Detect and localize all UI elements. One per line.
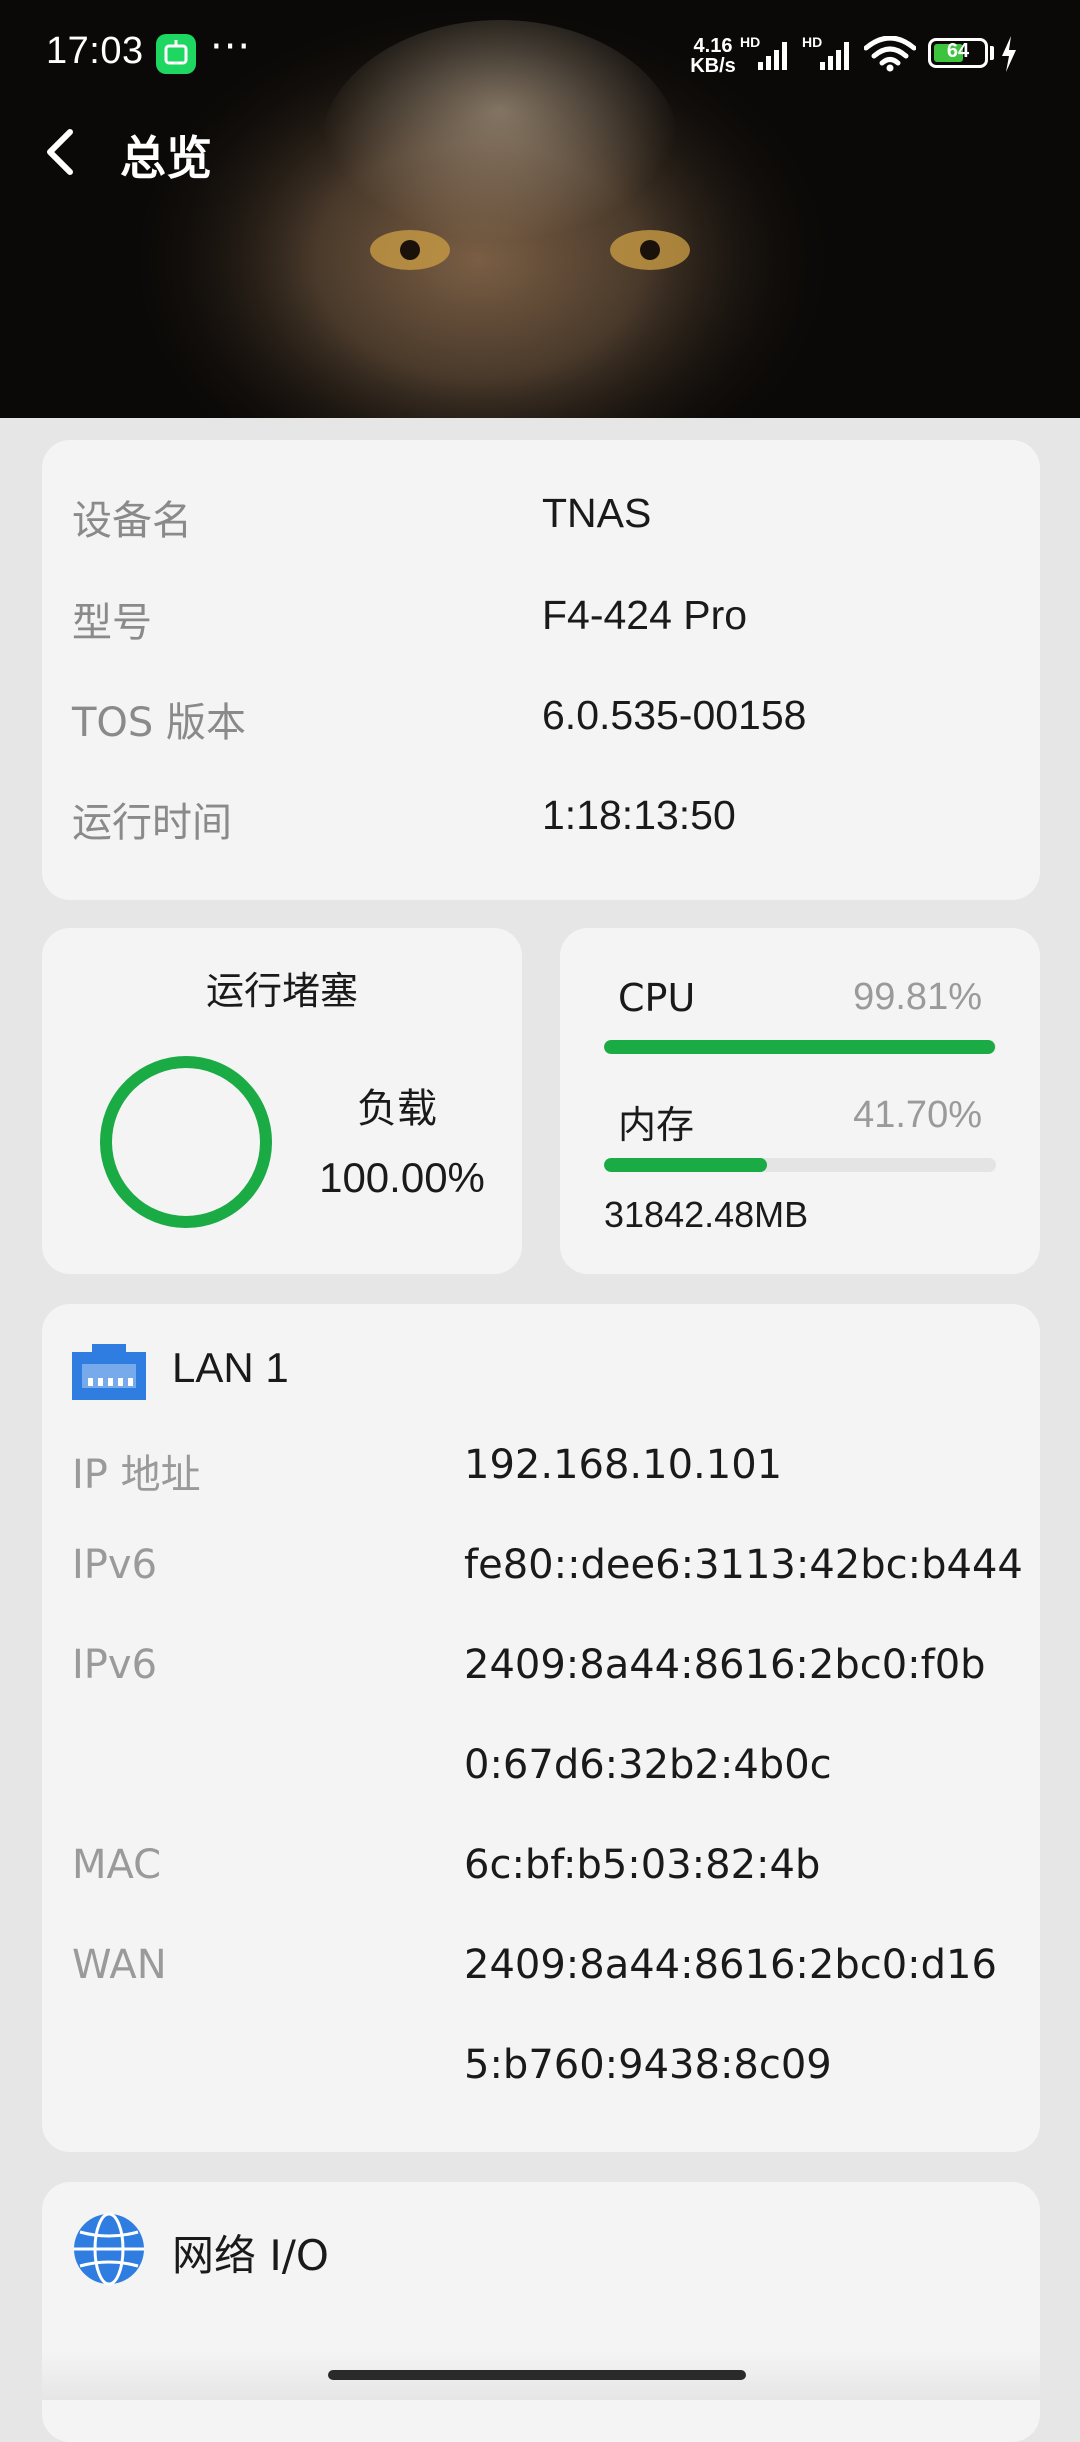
congestion-title: 运行堵塞 xyxy=(205,969,358,1013)
cpu-usage-fill xyxy=(604,1040,996,1054)
chevron-left-icon xyxy=(47,129,73,175)
globe-icon xyxy=(74,2212,144,2286)
ethernet-port-icon xyxy=(72,1344,146,1400)
resource-usage-card[interactable]: CPU 99.81% 内存 41.70% 31842.48MB xyxy=(560,928,1040,1274)
memory-usage-bar xyxy=(604,1158,996,1172)
mac-value: 6c:bf:b5:03:82:4b xyxy=(464,1842,821,1888)
load-value: 100.00% xyxy=(319,1154,485,1201)
memory-size: 31842.48MB xyxy=(604,1194,809,1235)
tos-version-label: TOS 版本 xyxy=(72,700,247,746)
back-button[interactable] xyxy=(36,120,96,184)
battery-indicator: 64 xyxy=(928,38,988,68)
cpu-usage-bar xyxy=(604,1040,996,1054)
memory-label: 内存 xyxy=(618,1103,695,1147)
cpu-percent: 99.81% xyxy=(853,976,982,1018)
uptime-label: 运行时间 xyxy=(72,800,232,846)
cpu-label: CPU xyxy=(618,976,696,1020)
signal-icon-1: HD xyxy=(740,34,800,74)
network-speed: 4.16 KB/s xyxy=(688,36,738,76)
battery-level: 64 xyxy=(946,40,970,62)
wifi-icon xyxy=(864,36,916,72)
header-banner: 17:03 ··· 4.16 KB/s HD HD 64 总览 xyxy=(0,0,1080,418)
wan-value-line2: 5:b760:9438:8c09 xyxy=(464,2042,832,2088)
model-label: 型号 xyxy=(72,600,152,646)
network-io-title: 网络 I/O xyxy=(172,2231,329,2280)
memory-usage-fill xyxy=(604,1158,768,1172)
device-name-value: TNAS xyxy=(542,490,652,536)
ipv6-label-2: IPv6 xyxy=(72,1642,158,1688)
battery-tip xyxy=(990,46,994,60)
status-time: 17:03 xyxy=(46,30,144,72)
ipv6-value-2-line2: 0:67d6:32b2:4b0c xyxy=(464,1742,832,1788)
ipv6-label-1: IPv6 xyxy=(72,1542,158,1588)
lan-card[interactable]: LAN 1 IP 地址 192.168.10.101 IPv6 fe80::de… xyxy=(42,1304,1040,2152)
network-io-card[interactable]: 网络 I/O xyxy=(42,2182,1040,2442)
page-title: 总览 xyxy=(120,131,212,185)
load-label: 负载 xyxy=(357,1086,437,1132)
wan-label: WAN xyxy=(72,1942,167,1988)
home-indicator[interactable] xyxy=(328,2370,746,2380)
status-bar: 17:03 ··· 4.16 KB/s HD HD 64 xyxy=(0,0,1080,108)
lan-title: LAN 1 xyxy=(172,1344,289,1391)
network-speed-unit: KB/s xyxy=(690,55,736,77)
wan-value-line1: 2409:8a44:8616:2bc0:d16 xyxy=(464,1942,997,1988)
device-name-label: 设备名 xyxy=(72,498,192,544)
ip-address-label: IP 地址 xyxy=(72,1452,201,1498)
model-value: F4-424 Pro xyxy=(542,592,748,638)
more-notifications-icon: ··· xyxy=(210,24,252,70)
load-ring-gauge xyxy=(100,1056,272,1228)
uptime-value: 1:18:13:50 xyxy=(542,792,736,838)
ipv6-value-2-line1: 2409:8a44:8616:2bc0:f0b xyxy=(464,1642,986,1688)
signal-icon-2: HD xyxy=(802,34,862,74)
charging-icon xyxy=(1002,36,1016,72)
memory-percent: 41.70% xyxy=(853,1094,982,1136)
ip-address-value: 192.168.10.101 xyxy=(464,1442,783,1488)
device-info-card: 设备名 TNAS 型号 F4-424 Pro TOS 版本 6.0.535-00… xyxy=(42,440,1040,900)
network-speed-value: 4.16 xyxy=(693,35,733,57)
mac-label: MAC xyxy=(72,1842,162,1888)
mi-home-app-icon xyxy=(156,34,196,74)
congestion-card[interactable]: 运行堵塞 负载 100.00% xyxy=(42,928,522,1274)
ipv6-value-1: fe80::dee6:3113:42bc:b444 xyxy=(464,1542,1023,1588)
tos-version-value: 6.0.535-00158 xyxy=(542,692,807,738)
load-ring-arc xyxy=(100,1056,272,1228)
